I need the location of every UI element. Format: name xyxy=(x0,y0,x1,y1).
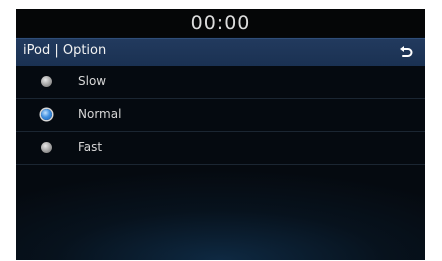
option-label: Slow xyxy=(78,74,107,88)
option-normal[interactable]: Normal xyxy=(16,99,425,132)
clock: 00:00 xyxy=(190,12,251,34)
option-list: Slow Normal Fast xyxy=(16,66,425,165)
option-slow[interactable]: Slow xyxy=(16,66,425,99)
option-label: Fast xyxy=(78,140,103,154)
radio-button[interactable] xyxy=(41,76,52,87)
option-label: Normal xyxy=(78,107,122,121)
radio-button-selected[interactable] xyxy=(41,109,52,120)
radio-button[interactable] xyxy=(41,142,52,153)
back-button[interactable] xyxy=(393,40,419,65)
title-bar: iPod | Option xyxy=(16,38,425,66)
page-title: iPod | Option xyxy=(23,43,107,58)
head-unit-screen: 00:00 iPod | Option Slow Normal Fast xyxy=(16,9,425,260)
return-arrow-icon xyxy=(400,46,413,57)
status-bar: 00:00 xyxy=(16,9,425,37)
option-fast[interactable]: Fast xyxy=(16,132,425,165)
